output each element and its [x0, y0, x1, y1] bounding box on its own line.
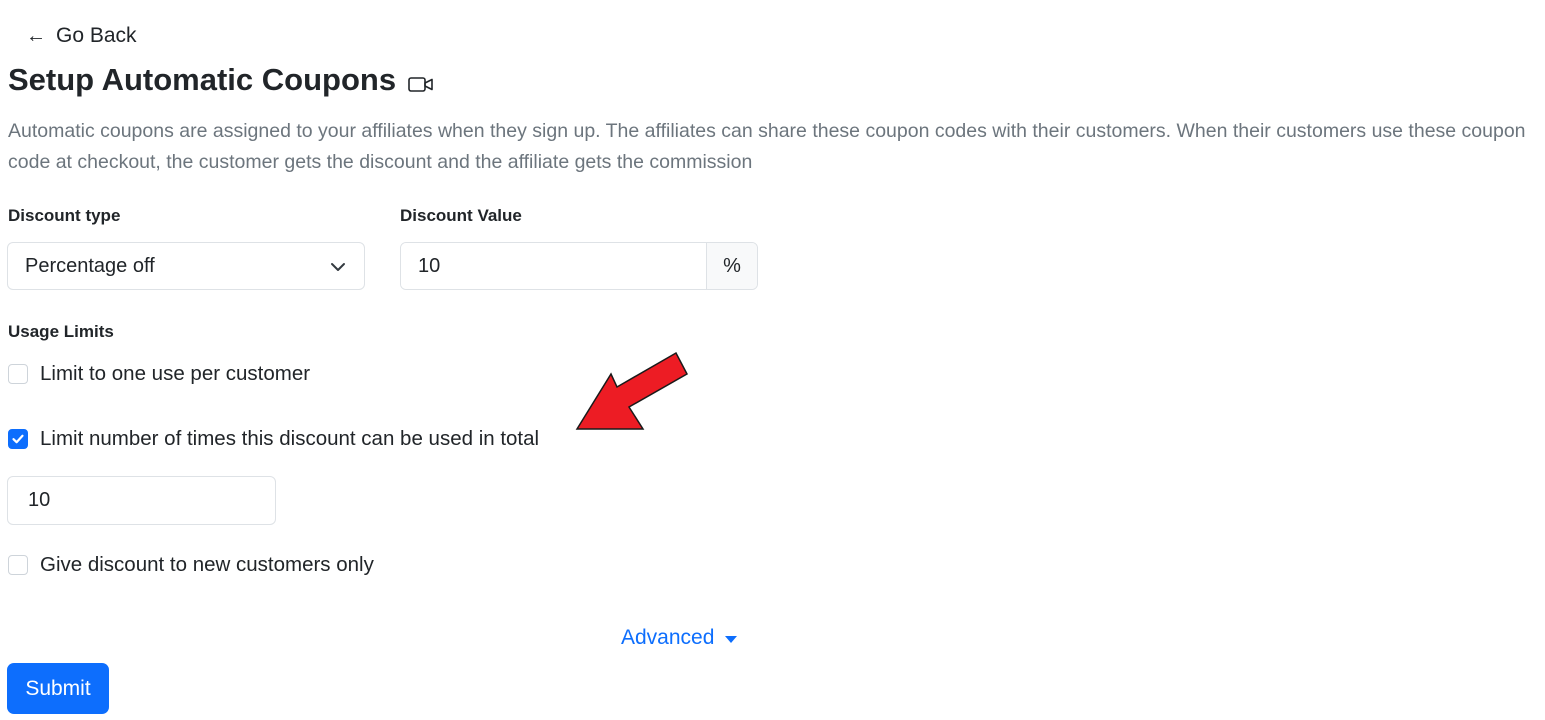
total-limit-input[interactable]: 10 [7, 476, 276, 525]
coupon-setup-page: ← Go Back Setup Automatic Coupons Automa… [0, 0, 1545, 720]
page-title: Setup Automatic Coupons [8, 62, 434, 98]
usage-limits-label: Usage Limits [8, 322, 114, 341]
checkmark-icon [12, 434, 24, 444]
discount-type-label: Discount type [8, 206, 121, 225]
submit-button[interactable]: Submit [7, 663, 109, 714]
limit-one-per-customer-option[interactable]: Limit to one use per customer [8, 362, 310, 386]
advanced-toggle[interactable]: Advanced [621, 626, 738, 650]
arrow-left-icon: ← [26, 25, 46, 47]
page-description: Automatic coupons are assigned to your a… [8, 120, 1526, 173]
new-customers-only-option[interactable]: Give discount to new customers only [8, 553, 374, 577]
new-customers-only-label: Give discount to new customers only [40, 553, 374, 576]
limit-total-uses-label: Limit number of times this discount can … [40, 427, 540, 450]
discount-type-select[interactable]: Percentage off [7, 242, 365, 290]
caret-down-icon [724, 626, 738, 650]
limit-total-uses-option[interactable]: Limit number of times this discount can … [8, 427, 539, 451]
discount-type-selected: Percentage off [25, 254, 155, 277]
page-title-text: Setup Automatic Coupons [8, 62, 397, 97]
discount-value-group: 10 % [400, 242, 758, 290]
discount-value-input[interactable]: 10 [401, 243, 706, 289]
go-back-label: Go Back [56, 24, 137, 47]
advanced-label: Advanced [621, 626, 715, 649]
limit-one-per-customer-checkbox[interactable] [8, 364, 28, 384]
percent-addon: % [706, 243, 757, 289]
red-arrow-annotation [575, 351, 689, 430]
new-customers-only-checkbox[interactable] [8, 555, 28, 575]
go-back-link[interactable]: ← Go Back [26, 24, 137, 48]
video-camera-icon[interactable] [408, 75, 434, 93]
discount-value-label: Discount Value [400, 206, 522, 225]
limit-one-per-customer-label: Limit to one use per customer [40, 362, 311, 385]
chevron-down-icon [330, 258, 346, 281]
limit-total-uses-checkbox[interactable] [8, 429, 28, 449]
